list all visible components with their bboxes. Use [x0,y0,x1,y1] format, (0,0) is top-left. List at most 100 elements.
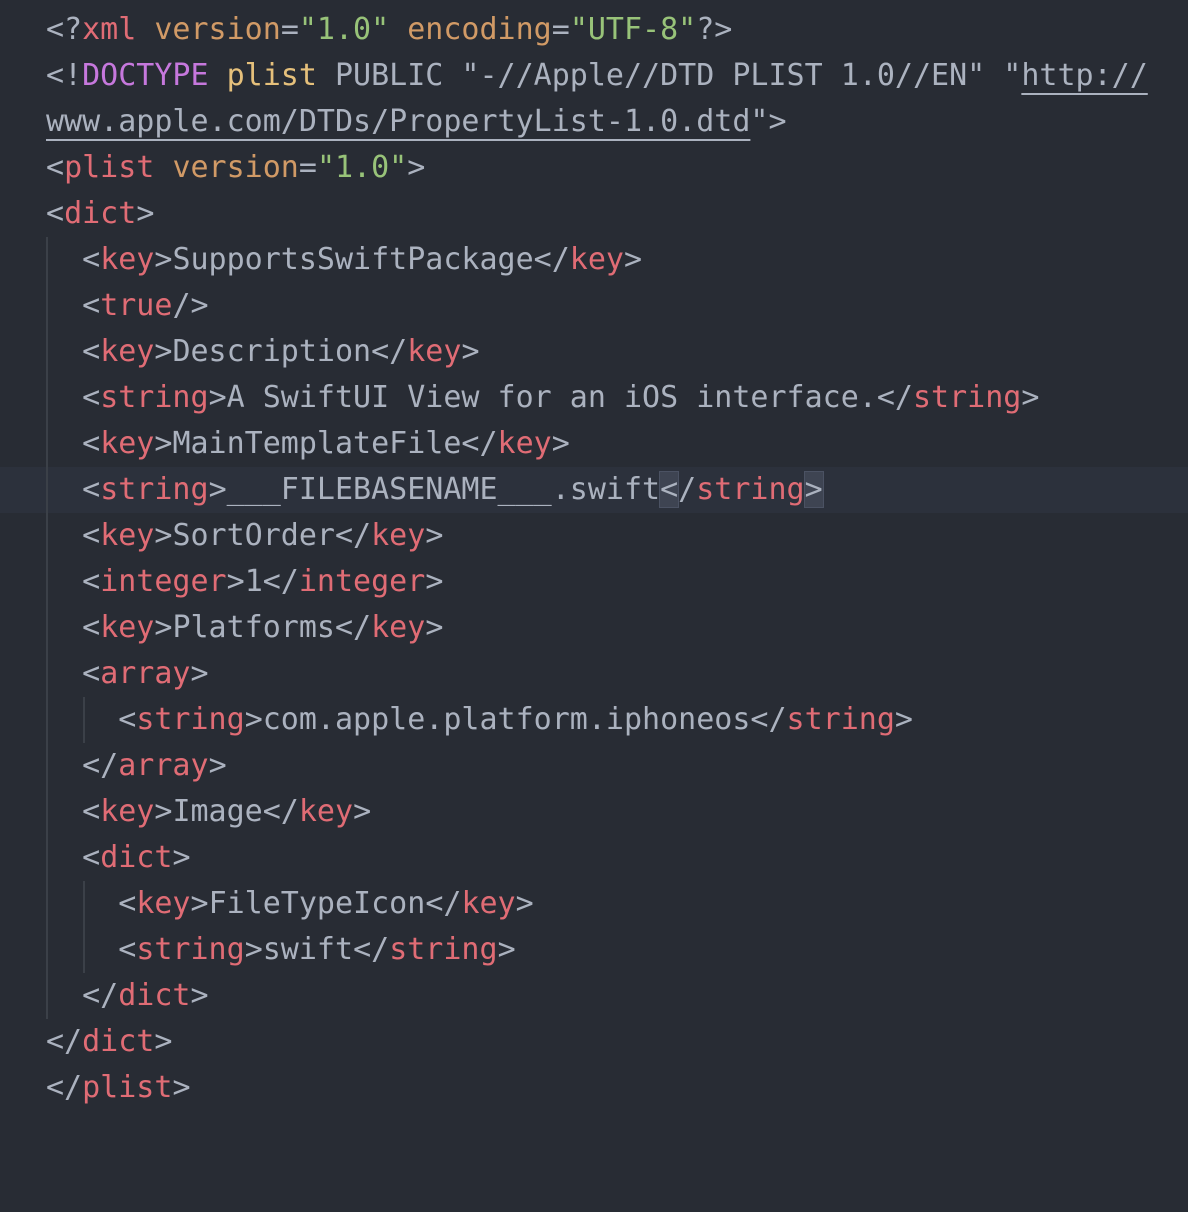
key-tag: key [407,334,462,369]
lt-slash: </ [262,564,299,599]
key-tag: key [497,426,552,461]
gt: > [244,702,263,737]
code-line-inner-dict-open[interactable]: <dict> [0,835,1188,881]
string-value: com.apple.platform.iphoneos [262,702,751,737]
string-tag: string [136,932,245,967]
gt: > [461,334,480,369]
doctype-public-id: PUBLIC "-//Apple//DTD PLIST 1.0//EN" " [316,58,1022,93]
code-line-xml-declaration[interactable]: <?xml version="1.0" encoding="UTF-8"?> [0,7,1188,53]
code-line-key-platforms[interactable]: <key>Platforms</key> [0,605,1188,651]
gt: > [190,886,209,921]
code-line-doctype-wrap[interactable]: www.apple.com/DTDs/PropertyList-1.0.dtd"… [0,99,1188,145]
indent-guide-outer-dict [46,237,48,1019]
true-tag: true [100,288,173,323]
matching-bracket-open: < [659,471,680,508]
code-line-plist-open[interactable]: <plist version="1.0"> [0,145,1188,191]
string-tag: string [389,932,498,967]
code-line-plist-close[interactable]: </plist> [0,1065,1188,1111]
key-tag: key [136,886,191,921]
gt: > [425,518,444,553]
doctype-url-part2[interactable]: www.apple.com/DTDs/PropertyList-1.0.dtd [46,104,750,139]
dict-tag: dict [118,978,191,1013]
gt: > [353,794,372,829]
key-value: FileTypeIcon [208,886,426,921]
lt-slash: </ [335,518,372,553]
key-tag: key [100,518,155,553]
lt-slash: </ [876,380,913,415]
lt: < [82,472,101,507]
lt: < [82,288,101,323]
xml-decl-open: <? [46,12,83,47]
gt: > [154,242,173,277]
code-line-dict-open[interactable]: <dict> [0,191,1188,237]
code-line-inner-dict-close[interactable]: </dict> [0,973,1188,1019]
gt: > [623,242,643,277]
code-line-key-file-type-icon[interactable]: <key>FileTypeIcon</key> [0,881,1188,927]
code-line-array-open[interactable]: <array> [0,651,1188,697]
gt: > [154,1024,173,1059]
code-line-string-platform[interactable]: <string>com.apple.platform.iphoneos</str… [0,697,1188,743]
code-line-key-image[interactable]: <key>Image</key> [0,789,1188,835]
string-tag: string [100,380,209,415]
integer-tag: integer [100,564,227,599]
gt: > [244,932,263,967]
lt: < [46,150,65,185]
lt-slash: </ [46,1024,83,1059]
gt: > [551,426,570,461]
key-value: Image [172,794,263,829]
doctype-url-part1[interactable]: http:// [1021,58,1147,93]
code-line-string-filebasename-active[interactable]: <string>___FILEBASENAME___.swift</string… [0,467,1188,513]
lt-slash: </ [82,748,119,783]
indent-guide-inner-dict [83,881,85,973]
lt-slash: </ [353,932,390,967]
gt: > [172,840,191,875]
code-editor[interactable]: <?xml version="1.0" encoding="UTF-8"?> <… [0,7,1188,1111]
key-tag: key [100,242,155,277]
code-line-key-supports-swift-package[interactable]: <key>SupportsSwiftPackage</key> [0,237,1188,283]
lt-slash: </ [335,610,372,645]
lt: < [118,886,137,921]
lt-slash: </ [262,794,299,829]
code-line-key-sort-order[interactable]: <key>SortOrder</key> [0,513,1188,559]
lt: < [82,840,101,875]
key-tag: key [100,426,155,461]
code-line-dict-close[interactable]: </dict> [0,1019,1188,1065]
gt: > [172,1070,191,1105]
gt: > [208,472,227,507]
key-tag: key [298,794,354,829]
array-tag: array [100,656,191,691]
code-line-key-description[interactable]: <key>Description</key> [0,329,1188,375]
lt: < [82,242,101,277]
plist-tag: plist [82,1070,173,1105]
gt: > [136,196,155,231]
gt: > [154,518,173,553]
code-line-doctype[interactable]: <!DOCTYPE plist PUBLIC "-//Apple//DTD PL… [0,53,1188,99]
code-line-string-swift[interactable]: <string>swift</string> [0,927,1188,973]
code-line-key-main-template-file[interactable]: <key>MainTemplateFile</key> [0,421,1188,467]
gt: > [208,748,227,783]
key-tag: key [371,610,426,645]
code-line-true[interactable]: <true/> [0,283,1188,329]
array-tag: array [118,748,209,783]
code-line-string-description[interactable]: <string>A SwiftUI View for an iOS interf… [0,375,1188,421]
lt-slash: </ [533,242,570,277]
lt: < [82,610,101,645]
lt: < [82,656,101,691]
string-value: swift [262,932,354,967]
xml-attr-encoding: encoding [407,12,552,47]
code-line-integer[interactable]: <integer>1</integer> [0,559,1188,605]
key-tag: key [100,794,155,829]
lt: < [118,932,137,967]
code-line-array-close[interactable]: </array> [0,743,1188,789]
xml-decl-name: xml [82,12,137,47]
key-tag: key [100,610,155,645]
string-tag: string [696,472,805,507]
key-value: Description [172,334,372,369]
string-value: A SwiftUI View for an iOS interface. [226,380,877,415]
gt: > [425,610,444,645]
lt-slash: </ [82,978,119,1013]
lt: < [82,334,101,369]
lt: < [82,518,101,553]
string-tag: string [912,380,1022,415]
gt: > [154,610,173,645]
